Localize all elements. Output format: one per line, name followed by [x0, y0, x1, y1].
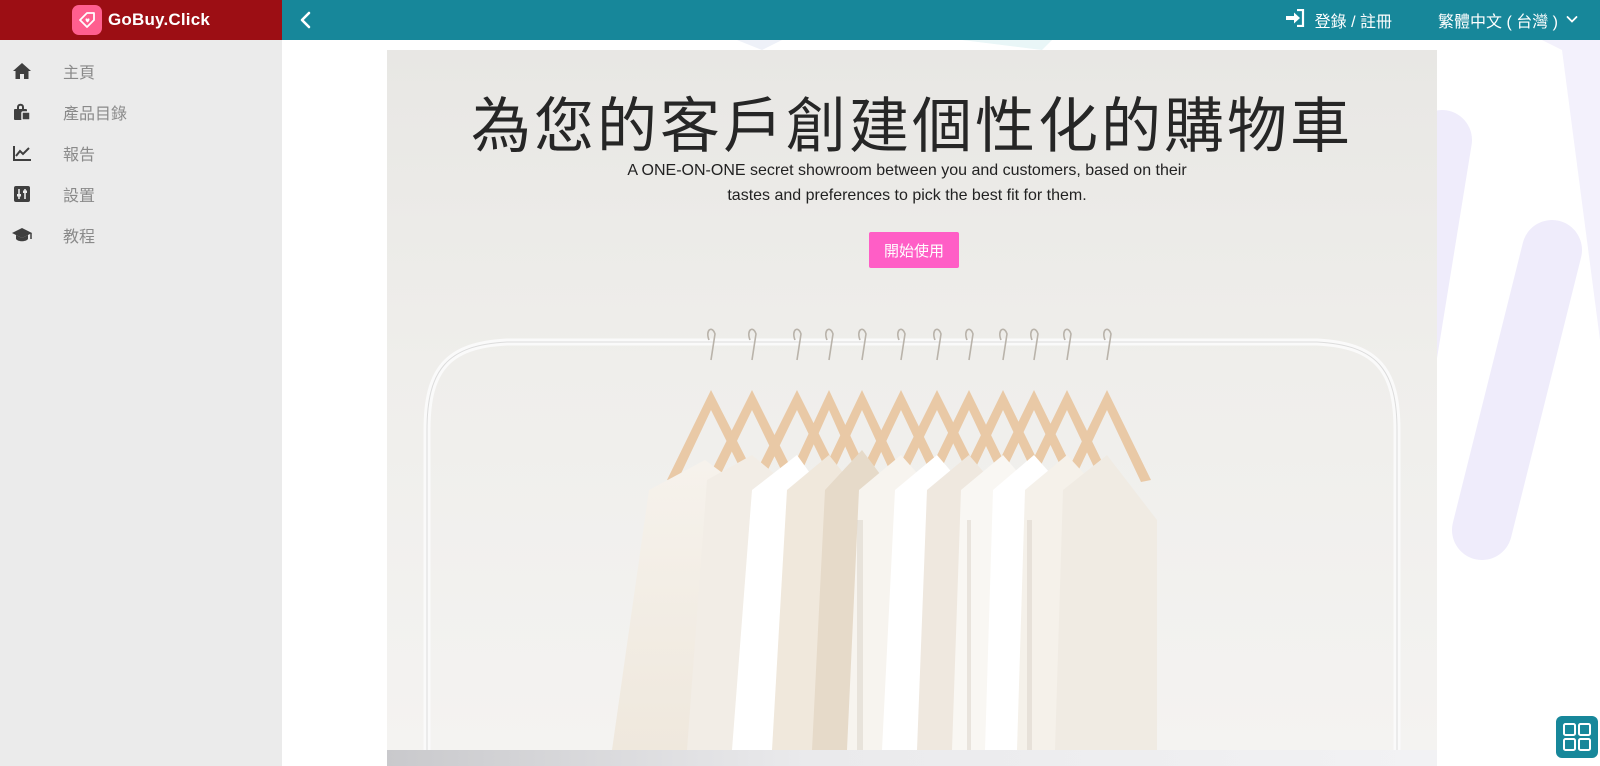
sidebar-item-label: 產品目錄: [63, 105, 128, 123]
topbar: 登錄 / 註冊 繁體中文 ( 台灣 ): [282, 0, 1600, 40]
sidebar: GoBuy.Click 主頁 產品目錄 報告 設置 教程: [0, 0, 282, 766]
login-register-label: 登錄 / 註冊: [1314, 14, 1392, 31]
sidebar-item-settings[interactable]: 設置: [0, 173, 282, 214]
hero-title: 為您的客戶創建個性化的購物車: [471, 92, 1353, 162]
sidebar-item-label: 設置: [63, 187, 96, 205]
tag-heart-icon: [71, 5, 102, 35]
sidebar-item-tutorials[interactable]: 教程: [0, 214, 282, 255]
hero-subtitle: A ONE-ON-ONE secret showroom between you…: [627, 162, 1187, 204]
sign-in-icon: [1285, 8, 1305, 32]
line-chart-icon: [11, 142, 33, 164]
sidebar-nav: 主頁 產品目錄 報告 設置 教程: [0, 40, 282, 255]
graduation-cap-icon: [11, 224, 33, 246]
login-register-button[interactable]: 登錄 / 註冊: [1285, 0, 1392, 40]
grid-icon[interactable]: [1556, 716, 1598, 758]
brand-name: GoBuy.Click: [107, 10, 211, 29]
sidebar-item-catalog[interactable]: 產品目錄: [0, 91, 282, 132]
sidebar-item-home[interactable]: 主頁: [0, 50, 282, 91]
main-content: 為您的客戶創建個性化的購物車 A ONE-ON-ONE secret showr…: [282, 40, 1600, 766]
sidebar-item-label: 報告: [63, 146, 96, 164]
next-section-strip: [387, 750, 1437, 766]
language-selector[interactable]: 繁體中文 ( 台灣 ): [1438, 0, 1578, 40]
sidebar-item-label: 教程: [63, 228, 96, 246]
shopping-bag-icon: [11, 101, 33, 123]
chevron-down-icon: [1566, 11, 1578, 29]
brand-bar[interactable]: GoBuy.Click: [0, 0, 282, 40]
chevron-left-icon[interactable]: [294, 9, 316, 31]
get-started-button[interactable]: 開始使用: [869, 232, 959, 268]
hero-banner: 為您的客戶創建個性化的購物車 A ONE-ON-ONE secret showr…: [387, 50, 1437, 750]
sidebar-item-label: 主頁: [63, 64, 96, 82]
home-icon: [11, 60, 33, 82]
language-label: 繁體中文 ( 台灣 ): [1438, 14, 1558, 31]
sliders-icon: [11, 183, 33, 205]
sidebar-item-reports[interactable]: 報告: [0, 132, 282, 173]
